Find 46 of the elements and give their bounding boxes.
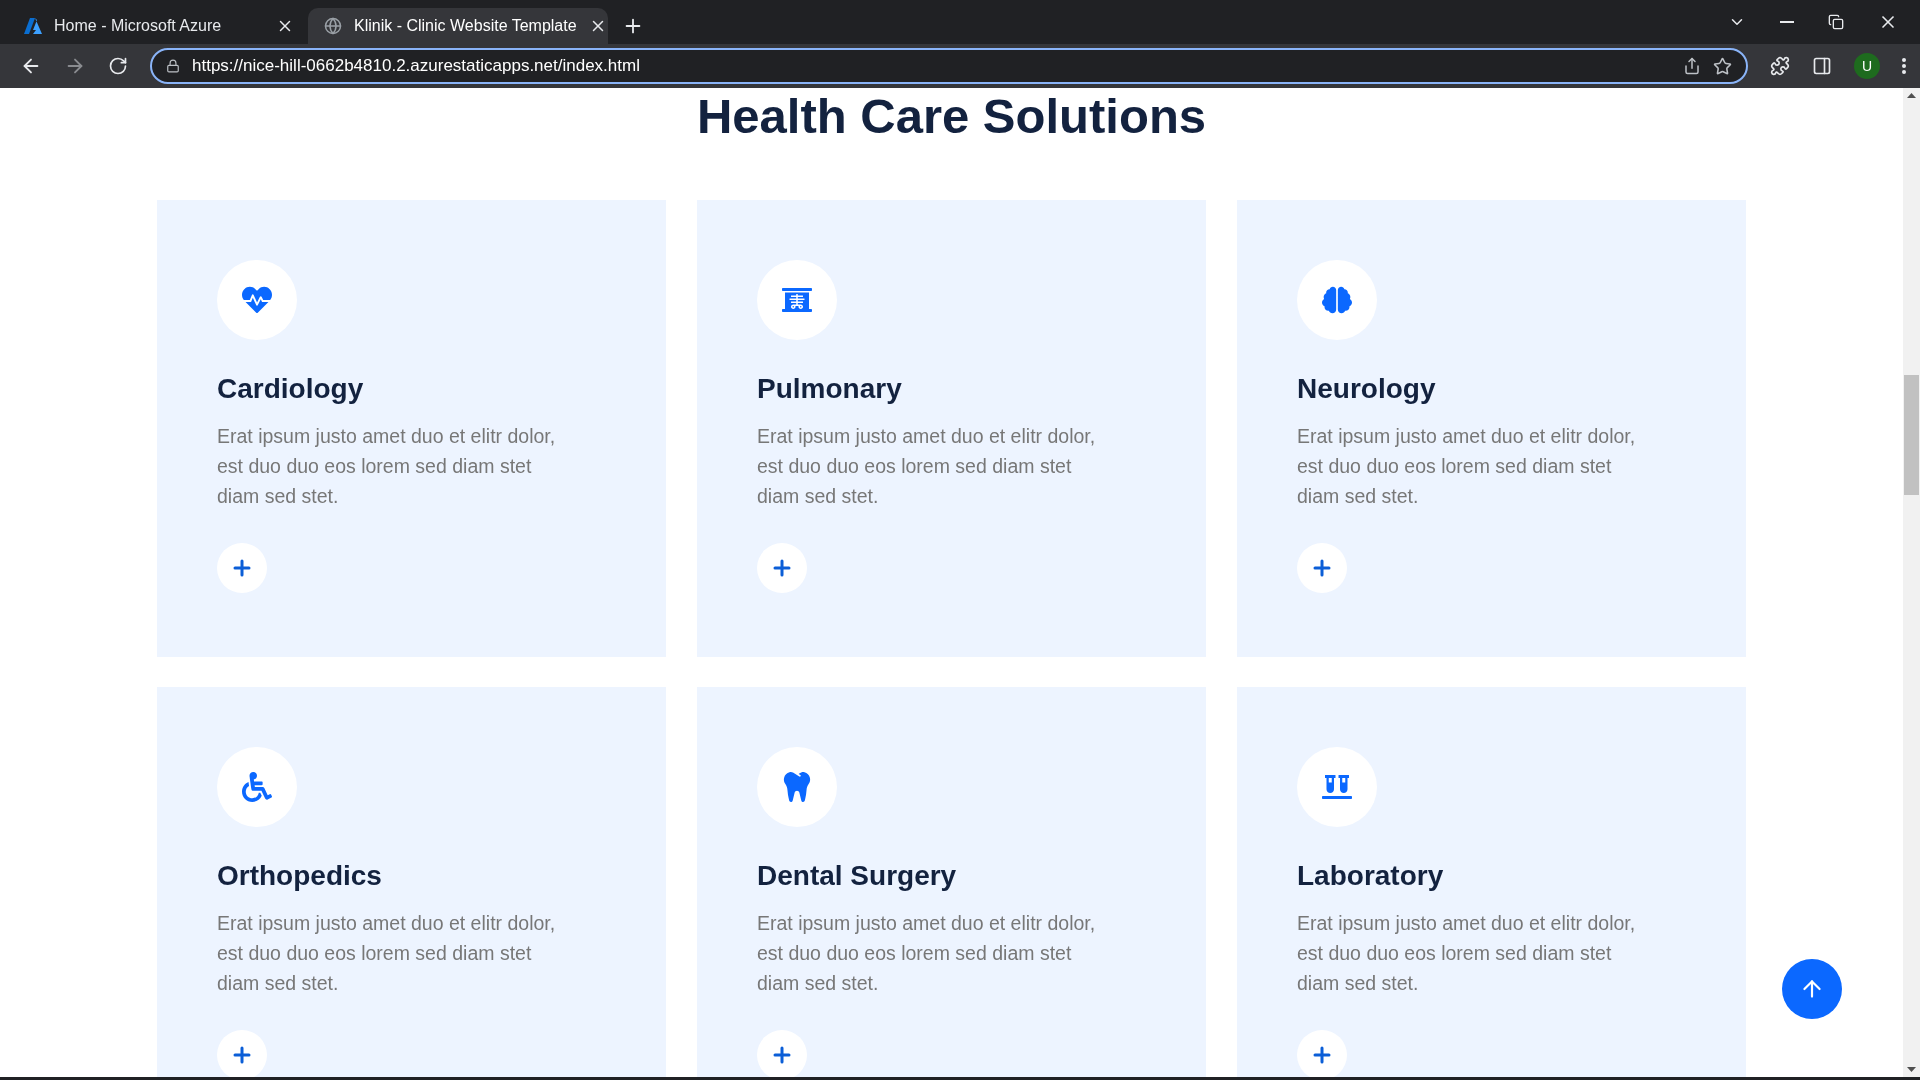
service-description: Erat ipsum justo amet duo et elitr dolor, est duo duo eos lorem sed diam stet diam sed stet. bbox=[757, 911, 1097, 996]
service-title: Laboratory bbox=[1297, 859, 1444, 893]
plus-button[interactable] bbox=[757, 543, 807, 593]
azure-logo-icon bbox=[24, 18, 42, 34]
browser-tab[interactable]: Home - Microsoft Azure bbox=[8, 8, 308, 44]
menu-button[interactable] bbox=[1902, 58, 1906, 74]
x-ray-icon bbox=[782, 285, 812, 315]
address-bar[interactable]: https://nice-hill-0662b4810.2.azurestaticapps.net/index.html bbox=[150, 48, 1748, 84]
plus-button[interactable] bbox=[217, 1030, 267, 1077]
wheelchair-icon bbox=[242, 772, 272, 802]
service-title: Dental Surgery bbox=[757, 859, 957, 893]
plus-button[interactable] bbox=[1297, 543, 1347, 593]
service-title: Neurology bbox=[1297, 372, 1436, 406]
reload-button[interactable] bbox=[108, 56, 128, 76]
minimize-icon bbox=[1780, 21, 1794, 23]
bookmark-star-button[interactable] bbox=[1713, 56, 1732, 76]
heartbeat-icon bbox=[242, 285, 272, 315]
service-description: Erat ipsum justo amet duo et elitr dolor, est duo duo eos lorem sed diam stet diam sed stet. bbox=[217, 911, 557, 996]
back-to-top-button[interactable] bbox=[1782, 959, 1842, 1019]
plus-button[interactable] bbox=[217, 543, 267, 593]
scroll-down-icon[interactable] bbox=[1907, 1067, 1916, 1072]
more-icon bbox=[1902, 58, 1906, 74]
extensions-button[interactable] bbox=[1770, 56, 1790, 76]
browser-tab[interactable]: Klinik - Clinic Website Template bbox=[308, 8, 608, 44]
profile-avatar[interactable]: U bbox=[1854, 53, 1880, 79]
share-button[interactable] bbox=[1683, 57, 1701, 75]
section-heading: Health Care Solutions bbox=[696, 88, 1207, 145]
tooth-icon bbox=[782, 772, 812, 802]
service-description: Erat ipsum justo amet duo et elitr dolor, est duo duo eos lorem sed diam stet diam sed stet. bbox=[1297, 424, 1637, 509]
test-tubes-icon bbox=[1322, 772, 1352, 802]
service-description: Erat ipsum justo amet duo et elitr dolor, est duo duo eos lorem sed diam stet diam sed stet. bbox=[1297, 911, 1637, 996]
scroll-up-icon[interactable] bbox=[1907, 93, 1916, 98]
brain-icon bbox=[1322, 285, 1352, 315]
plus-button[interactable] bbox=[1297, 1030, 1347, 1077]
lock-icon bbox=[166, 59, 180, 73]
scrollbar[interactable] bbox=[1903, 88, 1920, 1077]
restore-button[interactable] bbox=[1828, 14, 1844, 30]
service-title: Orthopedics bbox=[217, 859, 382, 893]
scrollbar-thumb[interactable] bbox=[1904, 375, 1919, 495]
service-description: Erat ipsum justo amet duo et elitr dolor, est duo duo eos lorem sed diam stet diam sed stet. bbox=[757, 424, 1097, 509]
service-title: Cardiology bbox=[217, 372, 364, 406]
plus-button[interactable] bbox=[757, 1030, 807, 1077]
side-panel-button[interactable] bbox=[1812, 56, 1832, 76]
service-description: Erat ipsum justo amet duo et elitr dolor, est duo duo eos lorem sed diam stet diam sed stet. bbox=[217, 424, 557, 509]
service-title: Pulmonary bbox=[757, 372, 902, 406]
globe-icon bbox=[324, 17, 342, 35]
